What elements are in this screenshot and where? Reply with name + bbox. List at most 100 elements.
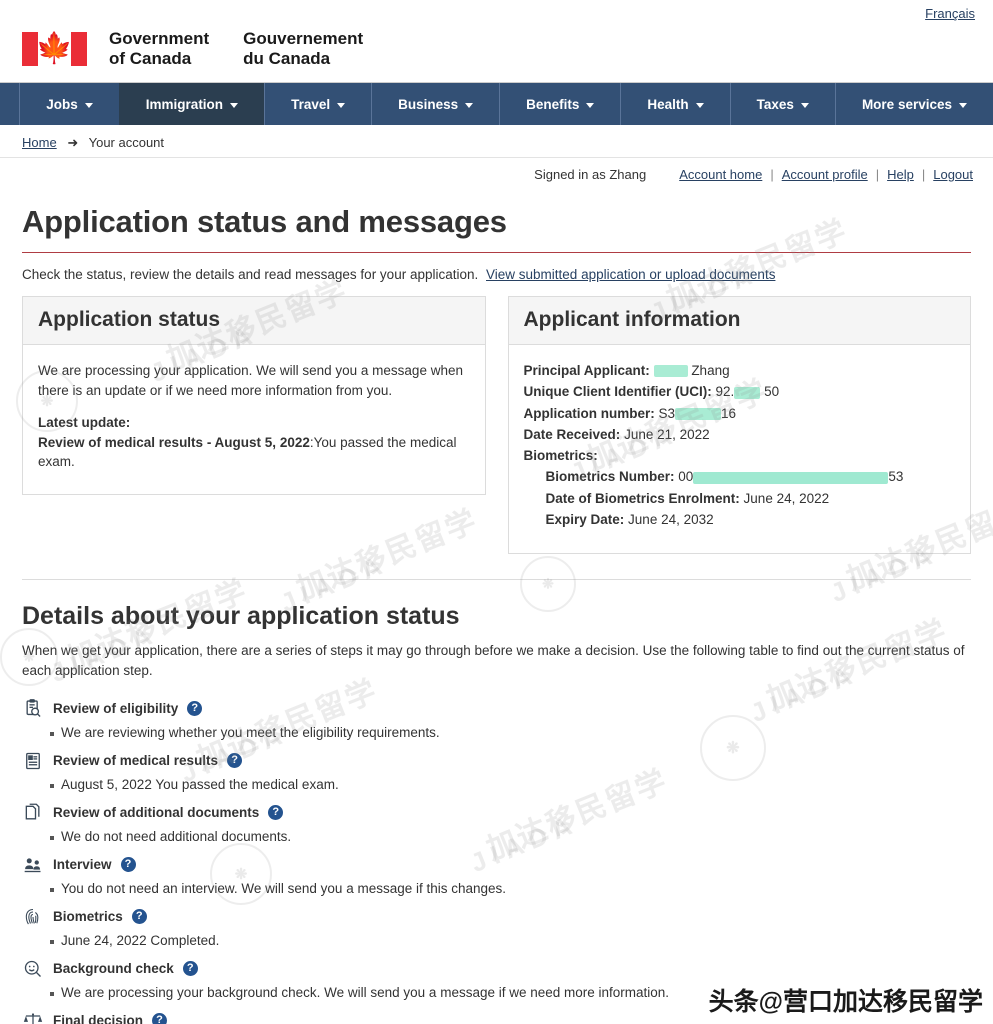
medical-clipboard-icon — [22, 750, 44, 772]
breadcrumb-arrow-icon: ➜ — [67, 135, 79, 150]
info-row-biometrics: Biometrics: — [524, 446, 956, 466]
section-divider — [22, 579, 971, 580]
nav-item-health[interactable]: Health — [620, 83, 730, 125]
help-icon[interactable]: ? — [182, 961, 198, 976]
nav-label: Jobs — [46, 96, 78, 112]
nav-item-more-services[interactable]: More services — [834, 83, 993, 125]
info-value: June 21, 2022 — [624, 426, 710, 442]
latest-update-title: Review of medical results - August 5, 20… — [38, 434, 310, 450]
view-submitted-application-link[interactable]: View submitted application or upload doc… — [486, 267, 775, 282]
breadcrumb-home-link[interactable]: Home — [22, 135, 57, 150]
step-title: Review of additional documents — [53, 805, 260, 820]
info-label: Principal Applicant: — [523, 363, 650, 378]
separator: | — [875, 167, 880, 182]
info-label: Biometrics Number: — [545, 469, 675, 485]
nav-item-travel[interactable]: Travel — [264, 83, 372, 125]
chevron-down-icon — [800, 102, 809, 108]
info-value: 50 — [764, 384, 780, 400]
nav-label: Business — [398, 96, 459, 112]
info-row-uci: Unique Client Identifier (UCI): 92. 50 — [524, 382, 956, 402]
info-row-biometrics-enrolment-date: Date of Biometrics Enrolment: June 24, 2… — [524, 489, 956, 509]
details-section-intro: When we get your application, there are … — [22, 643, 965, 679]
nav-item-immigration[interactable]: Immigration — [118, 83, 265, 125]
chevron-down-icon — [695, 102, 704, 108]
chevron-down-icon — [337, 102, 346, 108]
application-status-panel-header: Application status — [23, 297, 485, 345]
info-label: Application number: — [523, 405, 655, 421]
application-status-panel-body: We are processing your application. We w… — [23, 345, 485, 494]
step-review-of-medical-results: Review of medical results ? August 5, 20… — [22, 750, 971, 792]
step-detail-text: August 5, 2022 You passed the medical ex… — [61, 776, 339, 792]
bullet-icon — [50, 835, 54, 840]
latest-update-label: Latest update: — [38, 415, 131, 431]
info-label: Date Received: — [523, 426, 621, 442]
info-row-principal-applicant: Principal Applicant: Zhang — [524, 361, 956, 381]
brand-text-en: Government of Canada — [109, 29, 210, 68]
canada-flag-icon: 🍁 — [22, 32, 87, 66]
info-value: 16 — [721, 405, 737, 421]
info-row-application-number: Application number: S3 16 — [524, 404, 956, 424]
step-title: Biometrics — [53, 909, 123, 924]
info-label: Date of Biometrics Enrolment: — [545, 490, 740, 506]
applicant-information-panel-header: Applicant information — [508, 297, 970, 345]
redacted-value — [734, 386, 761, 399]
step-detail-text: We are reviewing whether you meet the el… — [61, 724, 440, 740]
breadcrumb-current: Your account — [88, 135, 165, 150]
step-review-of-additional-documents: Review of additional documents ? We do n… — [22, 802, 971, 844]
account-bar: Signed in as Zhang Account home | Accoun… — [0, 158, 993, 182]
chevron-down-icon — [465, 102, 474, 108]
info-value: June 24, 2032 — [628, 511, 714, 527]
info-row-biometrics-number: Biometrics Number: 00 53 — [524, 467, 956, 487]
nav-label: Health — [647, 96, 689, 112]
info-label: Expiry Date: — [545, 511, 625, 527]
account-profile-link[interactable]: Account profile — [782, 167, 868, 182]
help-icon[interactable]: ? — [131, 909, 147, 924]
info-label: Biometrics: — [523, 448, 598, 463]
nav-item-jobs[interactable]: Jobs — [19, 83, 119, 125]
help-icon[interactable]: ? — [268, 805, 284, 820]
help-icon[interactable]: ? — [152, 1013, 168, 1024]
page-intro: Check the status, review the details and… — [22, 267, 971, 282]
goc-brand: 🍁 Government of Canada Gouvernement du C… — [0, 29, 993, 82]
bullet-icon — [50, 887, 54, 892]
chevron-down-icon — [959, 102, 967, 108]
step-biometrics: Biometrics ? June 24, 2022 Completed. — [22, 906, 971, 948]
page-intro-text: Check the status, review the details and… — [22, 267, 479, 282]
main-content: Application status and messages Check th… — [0, 204, 993, 1024]
info-value: 53 — [888, 469, 904, 485]
application-status-panel: Application status We are processing you… — [22, 296, 486, 495]
separator: | — [921, 167, 926, 182]
chevron-down-icon — [84, 102, 93, 108]
step-detail-text: You do not need an interview. We will se… — [61, 880, 507, 896]
account-home-link[interactable]: Account home — [679, 167, 762, 182]
language-toggle-link[interactable]: Français — [925, 6, 975, 21]
page-root: 加达移民留学 JIADA 加达移民留学 JIADA 加达移民留学 JIADA 加… — [0, 0, 993, 1024]
nav-label: More services — [861, 96, 952, 112]
bullet-icon — [50, 939, 54, 944]
scales-balance-icon — [22, 1010, 44, 1024]
applicant-information-list: Principal Applicant: Zhang Unique Client… — [524, 361, 956, 530]
breadcrumb: Home ➜ Your account — [0, 125, 993, 158]
nav-item-business[interactable]: Business — [371, 83, 500, 125]
step-review-of-eligibility: Review of eligibility ? We are reviewing… — [22, 698, 971, 740]
help-icon[interactable]: ? — [187, 701, 203, 716]
status-panels: Application status We are processing you… — [22, 296, 971, 554]
step-detail-text: We do not need additional documents. — [61, 828, 292, 844]
details-section-title: Details about your application status — [22, 602, 460, 630]
redacted-value — [693, 471, 889, 484]
help-icon[interactable]: ? — [227, 753, 243, 768]
logout-link[interactable]: Logout — [933, 167, 973, 182]
help-icon[interactable]: ? — [120, 857, 136, 872]
step-detail-text: June 24, 2022 Completed. — [61, 932, 220, 948]
latest-update-block: Latest update: Review of medical results… — [38, 413, 470, 472]
chevron-down-icon — [586, 102, 595, 108]
nav-item-benefits[interactable]: Benefits — [499, 83, 621, 125]
background-check-face-search-icon — [22, 958, 44, 980]
redacted-value — [675, 407, 722, 420]
redacted-value — [653, 365, 688, 378]
step-title: Review of eligibility — [53, 701, 179, 716]
help-link[interactable]: Help — [887, 167, 914, 182]
main-navigation: Jobs Immigration Travel Business Benefit… — [0, 82, 993, 125]
info-value-prefix: S3 — [658, 405, 676, 421]
nav-item-taxes[interactable]: Taxes — [729, 83, 835, 125]
